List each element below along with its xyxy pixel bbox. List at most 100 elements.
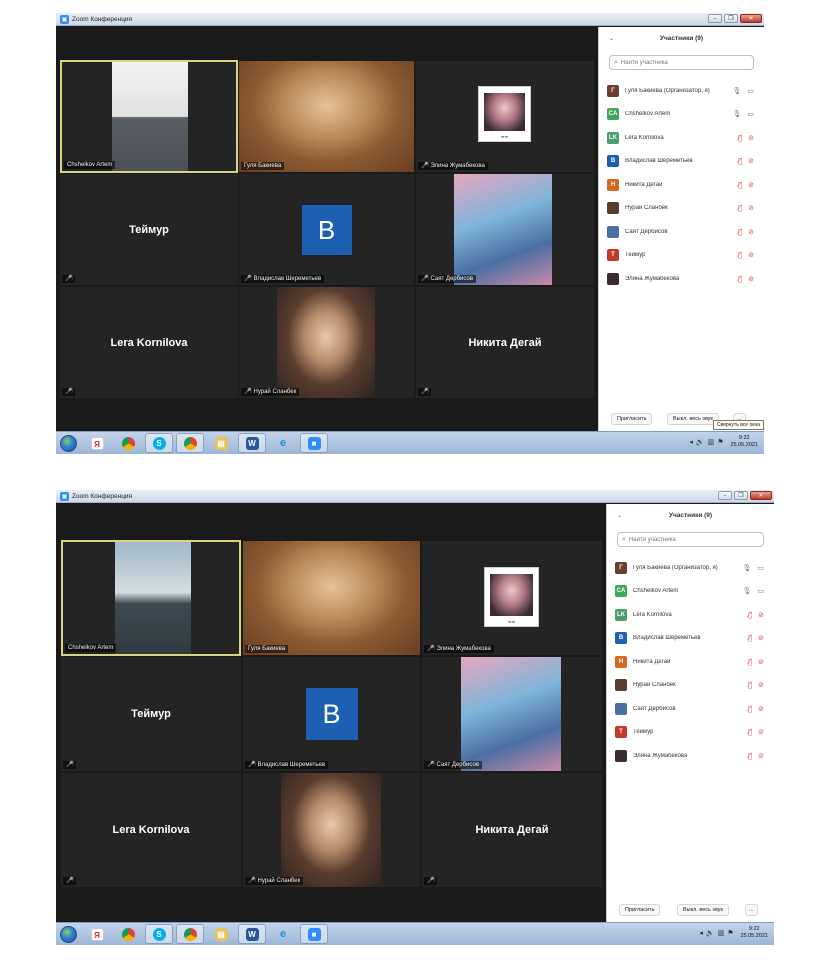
participant-row[interactable]: В Владислав Шереметьев 🎙̸ ⊘ bbox=[607, 150, 760, 174]
mic-muted-icon[interactable]: 🎙̸ bbox=[738, 157, 742, 165]
mic-icon[interactable]: 🎙 bbox=[732, 87, 741, 95]
camera-off-icon[interactable]: ⊘ bbox=[758, 752, 764, 760]
camera-off-icon[interactable]: ⊘ bbox=[758, 705, 764, 713]
camera-icon[interactable]: ▭ bbox=[747, 110, 754, 118]
mic-muted-icon[interactable]: 🎙̸ bbox=[748, 658, 752, 666]
mic-muted-icon[interactable]: 🎙̸ bbox=[748, 681, 752, 689]
search-input[interactable] bbox=[620, 59, 741, 66]
tray-arrow-icon[interactable]: ◂ bbox=[689, 438, 693, 446]
participant-row[interactable]: Саят Дербисов 🎙̸ ⊘ bbox=[615, 697, 770, 721]
volume-icon[interactable]: 🔈 bbox=[706, 929, 715, 937]
camera-off-icon[interactable]: ⊘ bbox=[748, 204, 754, 212]
video-tile-artem[interactable]: Chshelkov Artem bbox=[61, 540, 241, 656]
participant-row[interactable]: Н Никита Дегай 🎙̸ ⊘ bbox=[607, 173, 760, 197]
participant-row[interactable]: Элина Жумабекова 🎙̸ ⊘ bbox=[607, 267, 760, 291]
maximize-button[interactable]: ❐ bbox=[724, 14, 738, 23]
taskbar-skype[interactable]: S bbox=[145, 433, 173, 453]
participant-row[interactable]: В Владислав Шереметьев 🎙̸ ⊘ bbox=[615, 627, 770, 651]
volume-icon[interactable]: 🔈 bbox=[696, 438, 705, 446]
mic-muted-icon[interactable]: 🎙̸ bbox=[748, 752, 752, 760]
taskbar-zoom[interactable]: ■ bbox=[300, 924, 328, 944]
camera-off-icon[interactable]: ⊘ bbox=[748, 157, 754, 165]
camera-off-icon[interactable]: ⊘ bbox=[758, 728, 764, 736]
system-clock[interactable]: 9:22 25.05.2021 bbox=[740, 926, 768, 940]
windows-start-icon[interactable] bbox=[60, 925, 77, 943]
more-button[interactable]: ... bbox=[745, 904, 758, 916]
mic-muted-icon[interactable]: 🎙̸ bbox=[738, 134, 742, 142]
video-tile-vladislav[interactable]: B 🎤̸ Владислав Шереметьев bbox=[243, 657, 420, 771]
taskbar-chrome-2[interactable] bbox=[176, 924, 204, 944]
action-center-icon[interactable]: ⚑ bbox=[717, 438, 723, 446]
participant-search[interactable]: ⌕ bbox=[617, 532, 764, 547]
participant-row[interactable]: Н Никита Дегай 🎙̸ ⊘ bbox=[615, 650, 770, 674]
video-tile-elina[interactable]: ▬▬ 🎤̸ Элина Жумабекова bbox=[422, 541, 602, 655]
taskbar-ie[interactable]: e bbox=[269, 433, 297, 453]
participant-row[interactable]: Нурай Сланбек 🎙̸ ⊘ bbox=[607, 197, 760, 221]
network-icon[interactable]: ▥ bbox=[718, 929, 725, 937]
participant-row[interactable]: Г Гуля Бакиева (Организатор, я) 🎙 ▭ bbox=[607, 79, 760, 103]
taskbar-skype[interactable]: S bbox=[145, 924, 173, 944]
video-tile-artem[interactable]: Chshelkov Artem bbox=[60, 60, 238, 173]
participant-row[interactable]: Нурай Сланбек 🎙̸ ⊘ bbox=[615, 674, 770, 698]
video-tile-nikita[interactable]: Никита Дегай 🎤̸ bbox=[416, 287, 594, 398]
taskbar-word[interactable]: W bbox=[238, 924, 266, 944]
camera-off-icon[interactable]: ⊘ bbox=[758, 658, 764, 666]
mic-muted-icon[interactable]: 🎙̸ bbox=[748, 634, 752, 642]
taskbar-chrome[interactable] bbox=[114, 433, 142, 453]
video-tile-nikita[interactable]: Никита Дегай 🎤̸ bbox=[422, 773, 602, 887]
close-button[interactable]: ✕ bbox=[740, 14, 762, 23]
tray-arrow-icon[interactable]: ◂ bbox=[699, 929, 703, 937]
camera-off-icon[interactable]: ⊘ bbox=[748, 275, 754, 283]
taskbar-explorer[interactable]: ▤ bbox=[207, 924, 235, 944]
mic-muted-icon[interactable]: 🎙̸ bbox=[738, 204, 742, 212]
minimize-button[interactable]: – bbox=[718, 491, 732, 500]
video-tile-elina[interactable]: ▬▬ 🎤̸ Элина Жумабекова bbox=[416, 61, 594, 172]
taskbar-yandex[interactable]: Я bbox=[83, 924, 111, 944]
taskbar-chrome-2[interactable] bbox=[176, 433, 204, 453]
mic-muted-icon[interactable]: 🎙̸ bbox=[748, 728, 752, 736]
video-tile-lera[interactable]: Lera Kornilova 🎤̸ bbox=[61, 773, 241, 887]
video-tile-gulya[interactable]: Гуля Бакиева bbox=[239, 61, 414, 172]
camera-icon[interactable]: ▭ bbox=[757, 587, 764, 595]
maximize-button[interactable]: ❐ bbox=[734, 491, 748, 500]
mic-muted-icon[interactable]: 🎙̸ bbox=[738, 228, 742, 236]
search-input[interactable] bbox=[628, 536, 749, 543]
mic-muted-icon[interactable]: 🎙̸ bbox=[738, 275, 742, 283]
video-tile-nuray[interactable]: 🎤̸ Нурай Сланбек bbox=[239, 287, 414, 398]
camera-off-icon[interactable]: ⊘ bbox=[758, 634, 764, 642]
participant-row[interactable]: Саят Дербисов 🎙̸ ⊘ bbox=[607, 220, 760, 244]
camera-off-icon[interactable]: ⊘ bbox=[758, 681, 764, 689]
camera-off-icon[interactable]: ⊘ bbox=[748, 181, 754, 189]
taskbar-ie[interactable]: e bbox=[269, 924, 297, 944]
video-tile-lera[interactable]: Lera Kornilova 🎤̸ bbox=[60, 287, 238, 398]
video-tile-teymur[interactable]: Теймур 🎤̸ bbox=[60, 174, 238, 285]
mic-icon[interactable]: 🎙 bbox=[742, 564, 751, 572]
participant-row[interactable]: Элина Жумабекова 🎙̸ ⊘ bbox=[615, 744, 770, 768]
video-tile-nuray[interactable]: 🎤̸ Нурай Сланбек bbox=[243, 773, 420, 887]
camera-off-icon[interactable]: ⊘ bbox=[758, 611, 764, 619]
camera-off-icon[interactable]: ⊘ bbox=[748, 134, 754, 142]
taskbar-yandex[interactable]: Я bbox=[83, 433, 111, 453]
invite-button[interactable]: Пригласить bbox=[611, 413, 653, 425]
mute-all-button[interactable]: Выкл. весь звук bbox=[677, 904, 729, 916]
participant-row[interactable]: Г Гуля Бакиева (Организатор, я) 🎙 ▭ bbox=[615, 556, 770, 580]
video-tile-gulya[interactable]: Гуля Бакиева bbox=[243, 541, 420, 655]
close-button[interactable]: ✕ bbox=[750, 491, 772, 500]
mic-muted-icon[interactable]: 🎙̸ bbox=[738, 181, 742, 189]
minimize-button[interactable]: – bbox=[708, 14, 722, 23]
camera-off-icon[interactable]: ⊘ bbox=[748, 228, 754, 236]
camera-icon[interactable]: ▭ bbox=[757, 564, 764, 572]
mic-icon[interactable]: 🎙 bbox=[742, 587, 751, 595]
action-center-icon[interactable]: ⚑ bbox=[727, 929, 733, 937]
video-tile-vladislav[interactable]: B 🎤̸ Владислав Шереметьев bbox=[239, 174, 414, 285]
participant-row[interactable]: LK Lera Kornilova 🎙̸ ⊘ bbox=[607, 126, 760, 150]
system-clock[interactable]: 9:22 25.05.2021 bbox=[730, 435, 758, 449]
taskbar-zoom[interactable]: ■ bbox=[300, 433, 328, 453]
network-icon[interactable]: ▥ bbox=[708, 438, 715, 446]
windows-start-icon[interactable] bbox=[60, 434, 77, 452]
video-tile-sayat[interactable]: 🎤̸ Саят Дербисов bbox=[416, 174, 594, 285]
video-tile-teymur[interactable]: Теймур 🎤̸ bbox=[61, 657, 241, 771]
participant-row[interactable]: Т Теймур 🎙̸ ⊘ bbox=[607, 244, 760, 268]
mic-muted-icon[interactable]: 🎙̸ bbox=[748, 705, 752, 713]
mic-muted-icon[interactable]: 🎙̸ bbox=[738, 251, 742, 259]
